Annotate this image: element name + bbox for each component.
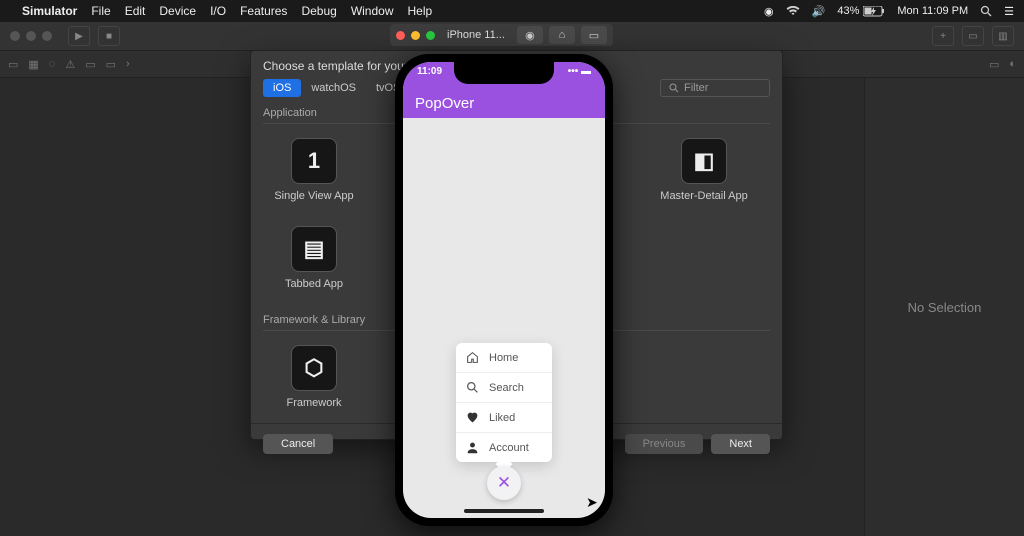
run-button[interactable]: ▶: [68, 26, 90, 46]
template-icon: ◧: [681, 138, 727, 184]
home-button[interactable]: ⌂: [549, 26, 575, 44]
iphone-screen[interactable]: 11:09 ••• ▬ PopOver Home Search Liked Ac…: [403, 62, 605, 518]
add-button[interactable]: +: [932, 26, 954, 46]
macos-menubar: Simulator File Edit Device I/O Features …: [0, 0, 1024, 22]
inspector-tab-icon[interactable]: ◐: [1009, 58, 1016, 70]
popover-label: Account: [489, 442, 529, 454]
filter-input[interactable]: Filter: [660, 79, 770, 97]
template-framework[interactable]: ⬡ Framework: [269, 345, 359, 409]
popover-item-search[interactable]: Search: [456, 373, 552, 403]
nav-icon[interactable]: ▭: [106, 58, 116, 71]
notch: [454, 62, 554, 84]
minimize-icon[interactable]: [411, 31, 420, 40]
device-time: 11:09: [417, 66, 442, 82]
platform-tab-watchos[interactable]: watchOS: [301, 79, 366, 97]
nav-icon[interactable]: ▭: [85, 58, 95, 71]
zoom-icon[interactable]: [426, 31, 435, 40]
nav-title: PopOver: [415, 95, 474, 112]
status-icons: ••• ▬: [568, 66, 591, 82]
control-center-icon[interactable]: ☰: [1004, 5, 1014, 18]
simulator-window-titlebar[interactable]: iPhone 11... ◉ ⌂ ▭: [390, 24, 613, 46]
wifi-icon[interactable]: [786, 6, 800, 16]
person-icon: [466, 441, 479, 454]
spotlight-icon[interactable]: [980, 5, 992, 17]
menu-device[interactable]: Device: [159, 4, 196, 18]
iphone-device-frame: 11:09 ••• ▬ PopOver Home Search Liked Ac…: [395, 54, 613, 526]
volume-icon[interactable]: 🔊: [812, 5, 826, 18]
clock[interactable]: Mon 11:09 PM: [897, 5, 968, 17]
popover-label: Home: [489, 352, 518, 364]
nav-icon[interactable]: ◌: [49, 58, 56, 70]
popover-label: Search: [489, 382, 524, 394]
popover-menu: Home Search Liked Account: [456, 343, 552, 462]
nav-icon[interactable]: ⚠: [65, 58, 75, 71]
battery-status: 43%: [837, 5, 885, 17]
rotate-button[interactable]: ▭: [581, 26, 607, 44]
nav-icon[interactable]: ▦: [28, 58, 38, 71]
mouse-cursor: ➤: [586, 494, 598, 511]
heart-icon: [466, 411, 479, 424]
close-icon[interactable]: [396, 31, 405, 40]
cancel-button[interactable]: Cancel: [263, 434, 333, 454]
menu-debug[interactable]: Debug: [301, 4, 336, 18]
library-button[interactable]: ▭: [962, 26, 984, 46]
home-icon: [466, 351, 479, 364]
menu-edit[interactable]: Edit: [125, 4, 146, 18]
template-master-detail[interactable]: ◧ Master-Detail App: [659, 138, 749, 202]
previous-button: Previous: [625, 434, 704, 454]
template-tabbed-app[interactable]: ▤ Tabbed App: [269, 226, 359, 290]
menu-io[interactable]: I/O: [210, 4, 226, 18]
popover-item-liked[interactable]: Liked: [456, 403, 552, 433]
filter-icon: [669, 83, 679, 93]
inspector-tab-icon[interactable]: ▭: [989, 58, 999, 71]
template-icon: 1: [291, 138, 337, 184]
screenshot-button[interactable]: ◉: [517, 26, 543, 44]
simulator-title: iPhone 11...: [447, 29, 505, 41]
nav-icon[interactable]: ›: [126, 58, 130, 70]
menu-file[interactable]: File: [91, 4, 110, 18]
close-popover-button[interactable]: ✕: [487, 466, 521, 500]
filter-placeholder: Filter: [684, 82, 708, 94]
next-button[interactable]: Next: [711, 434, 770, 454]
menu-help[interactable]: Help: [408, 4, 433, 18]
home-indicator[interactable]: [464, 509, 544, 513]
traffic-lights[interactable]: [10, 31, 52, 41]
menu-features[interactable]: Features: [240, 4, 287, 18]
stop-button[interactable]: ■: [98, 26, 120, 46]
inspector-pane: No Selection: [864, 78, 1024, 536]
search-icon: [466, 381, 479, 394]
screen-record-icon[interactable]: ◉: [764, 5, 774, 18]
app-menu[interactable]: Simulator: [22, 4, 77, 18]
template-single-view-app[interactable]: 1 Single View App: [269, 138, 359, 202]
menu-window[interactable]: Window: [351, 4, 394, 18]
template-icon: ⬡: [291, 345, 337, 391]
inspector-empty-label: No Selection: [908, 300, 982, 315]
nav-icon[interactable]: ▭: [8, 58, 18, 71]
popover-item-home[interactable]: Home: [456, 343, 552, 373]
template-icon: ▤: [291, 226, 337, 272]
popover-label: Liked: [489, 412, 515, 424]
panels-button[interactable]: ▥: [992, 26, 1014, 46]
platform-tab-ios[interactable]: iOS: [263, 79, 301, 97]
